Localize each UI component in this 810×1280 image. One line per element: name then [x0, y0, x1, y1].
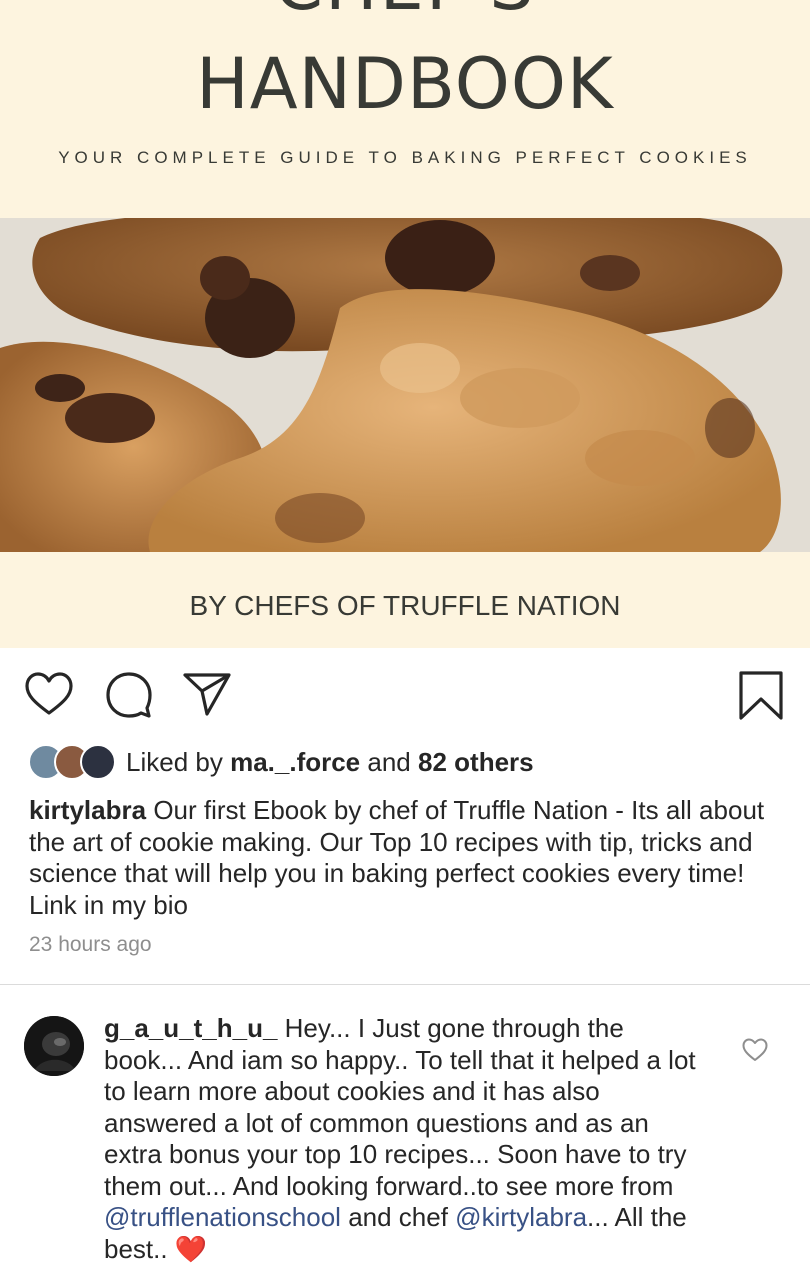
comment-icon[interactable] — [104, 670, 154, 720]
post-actions — [0, 660, 810, 730]
cookie-photo — [0, 218, 810, 552]
comment-username[interactable]: g_a_u_t_h_u_ — [104, 1013, 277, 1043]
likes-joiner: and — [367, 747, 411, 777]
heart-emoji: ❤️ — [174, 1233, 208, 1264]
avatar — [80, 744, 116, 780]
post-caption: kirtylabra Our first Ebook by chef of Tr… — [29, 795, 789, 921]
bookmark-icon[interactable] — [736, 670, 786, 720]
cover-subtitle: YOUR COMPLETE GUIDE TO BAKING PERFECT CO… — [58, 148, 752, 167]
cover-title: HANDBOOK — [196, 43, 614, 125]
comment-text: g_a_u_t_h_u_ Hey... I Just gone through … — [104, 1013, 704, 1265]
comment-body-2: and chef — [348, 1202, 448, 1232]
send-icon[interactable] — [182, 670, 232, 720]
likes-prefix: Liked by — [126, 747, 223, 777]
mention-link[interactable]: @kirtylabra — [455, 1202, 587, 1232]
mention-link[interactable]: @trufflenationschool — [104, 1202, 341, 1232]
cover-title-partial: CHEF'S — [0, 0, 810, 20]
post-image[interactable]: CHEF'S HANDBOOK YOUR COMPLETE GUIDE TO B… — [0, 0, 810, 648]
comment-avatar[interactable] — [24, 1016, 84, 1076]
likes-text: Liked by ma._.force and 82 others — [126, 746, 534, 778]
post-timestamp: 23 hours ago — [29, 933, 152, 956]
avatar-image — [24, 1016, 84, 1076]
heart-icon[interactable] — [24, 670, 74, 720]
comment-like-heart-icon[interactable] — [742, 1038, 768, 1062]
cover-byline: BY CHEFS OF TRUFFLE NATION — [189, 590, 621, 621]
caption-username[interactable]: kirtylabra — [29, 795, 146, 825]
liker-avatars — [28, 744, 118, 780]
liker-username[interactable]: ma._.force — [230, 747, 360, 777]
likes-others[interactable]: 82 others — [418, 747, 534, 777]
divider — [0, 984, 810, 985]
likes-row[interactable]: Liked by ma._.force and 82 others — [28, 742, 788, 782]
